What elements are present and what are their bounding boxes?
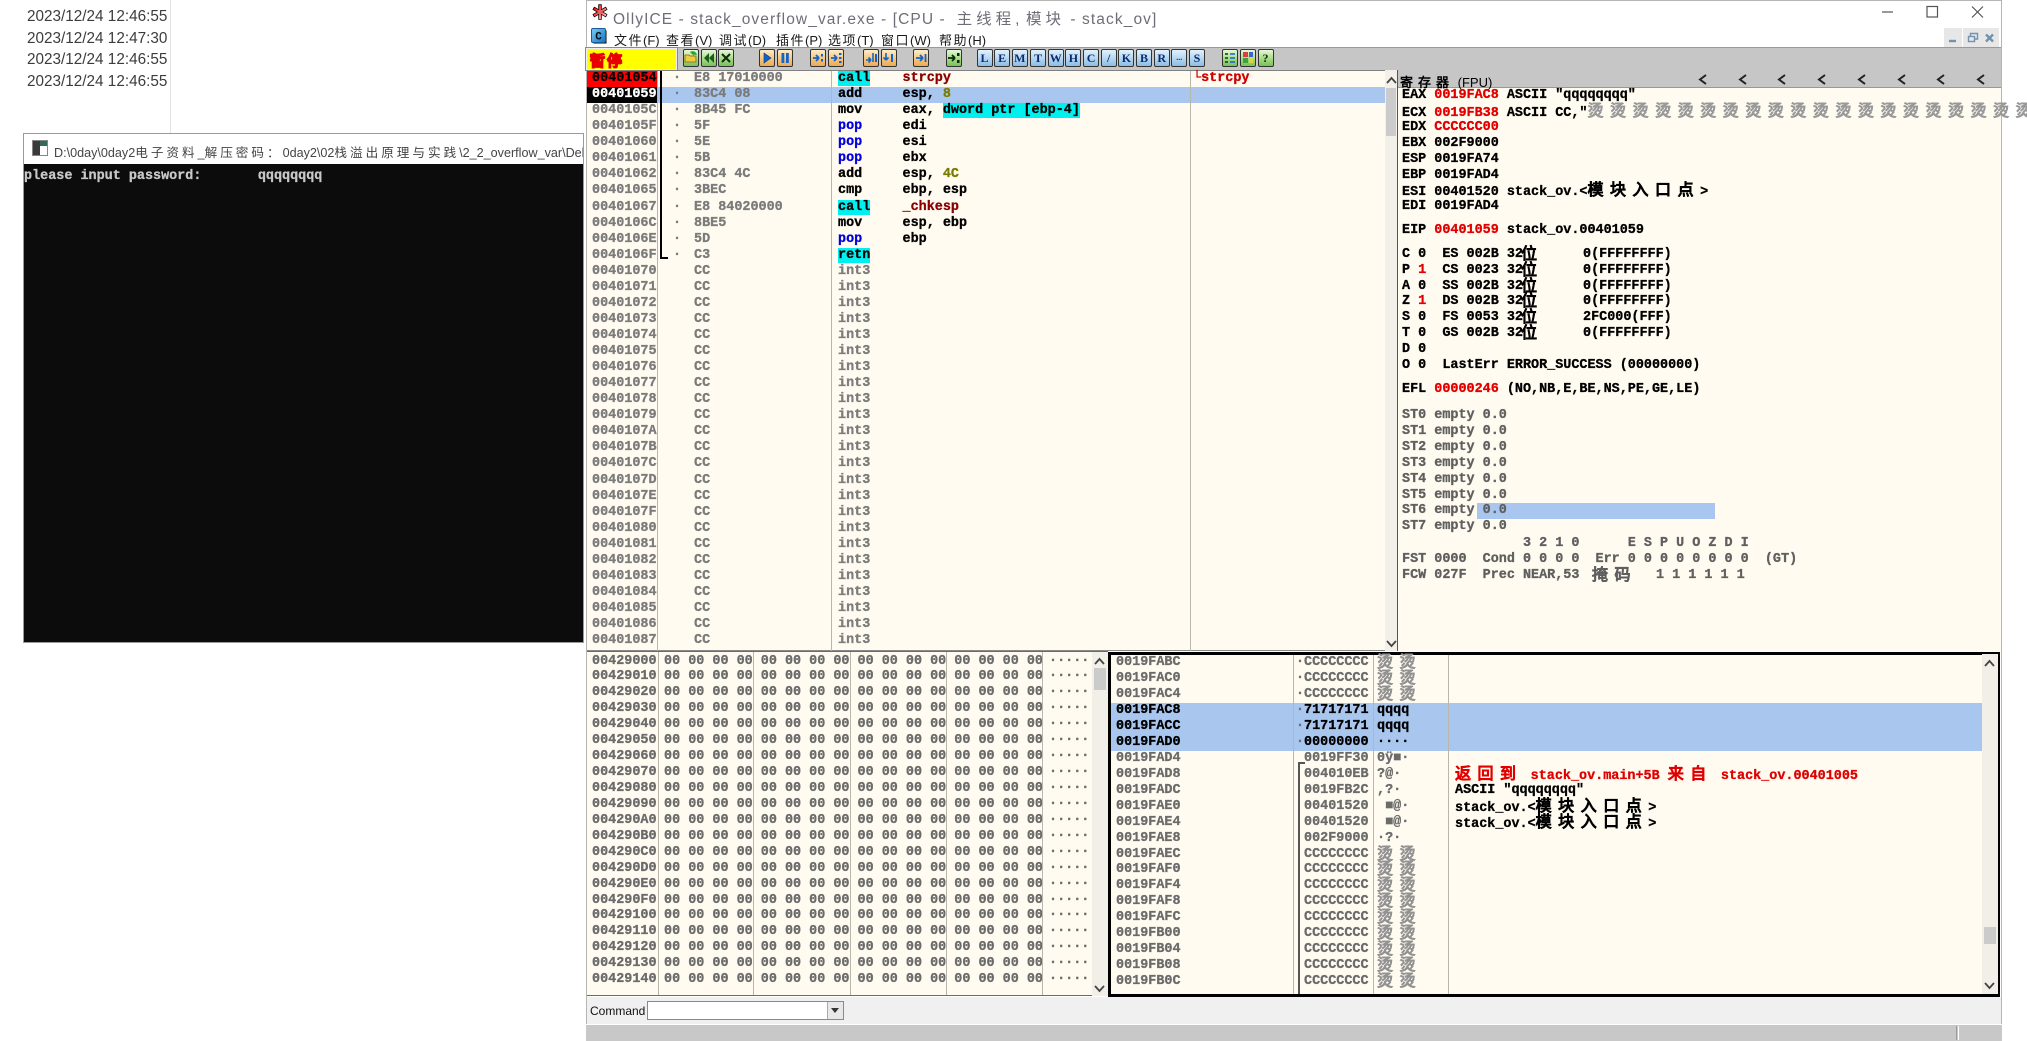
svg-text:C: C xyxy=(595,32,602,44)
